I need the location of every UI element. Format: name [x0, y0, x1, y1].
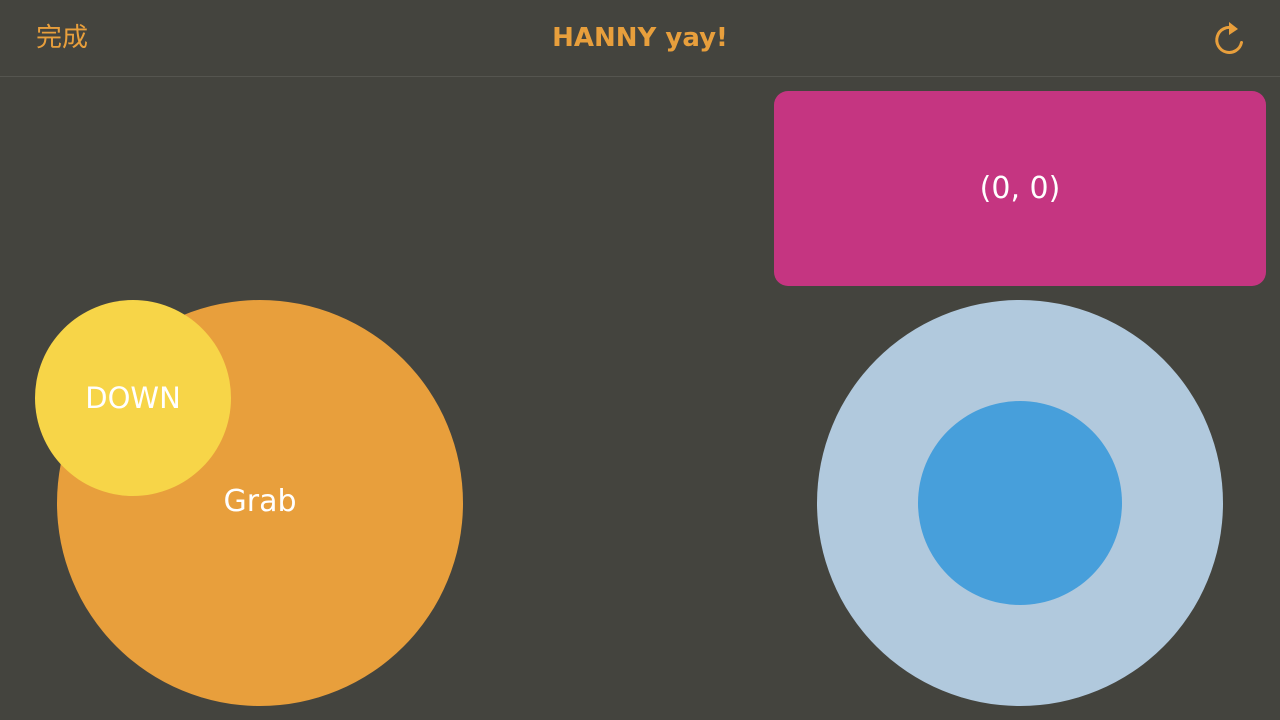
joystick-knob[interactable] — [918, 401, 1122, 605]
joystick-base[interactable] — [817, 300, 1223, 706]
controller-screen: 完成 HANNY yay! (0, 0) Grab DOWN — [0, 0, 1280, 720]
coordinate-readout-panel: (0, 0) — [774, 91, 1266, 286]
navigation-bar: 完成 HANNY yay! — [0, 0, 1280, 77]
down-button[interactable]: DOWN — [35, 300, 231, 496]
refresh-button[interactable] — [1208, 17, 1252, 61]
refresh-icon — [1215, 22, 1243, 54]
page-title: HANNY yay! — [552, 23, 728, 53]
down-button-label: DOWN — [85, 381, 181, 415]
coordinate-readout: (0, 0) — [979, 171, 1061, 206]
